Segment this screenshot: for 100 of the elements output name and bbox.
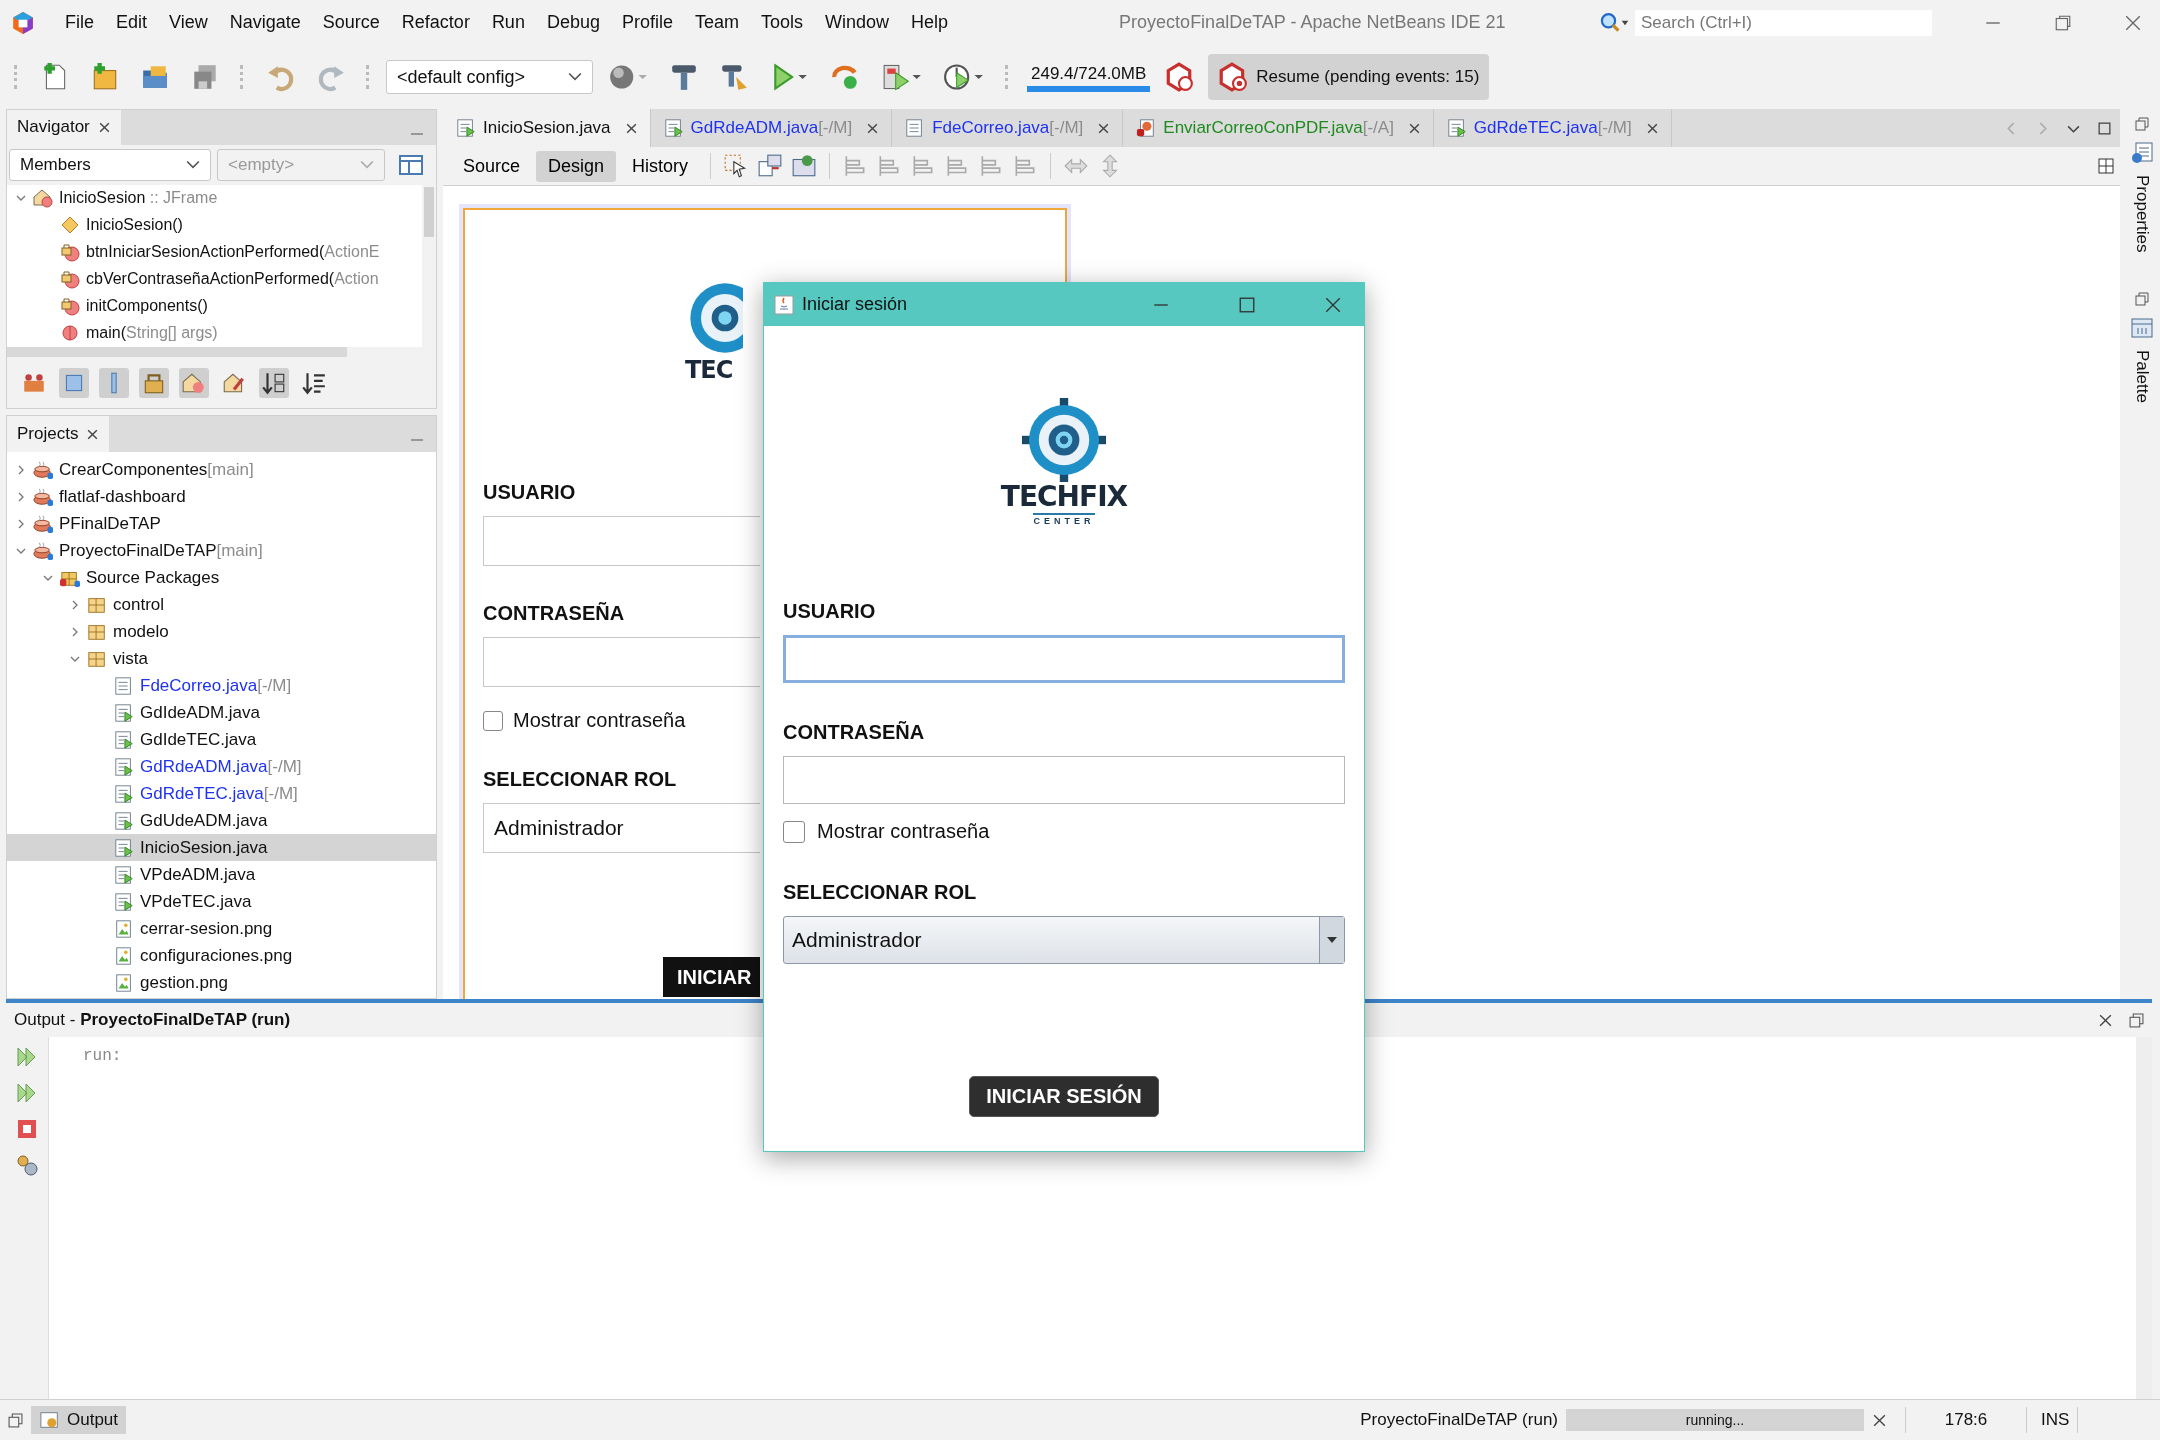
close-icon[interactable] xyxy=(2124,13,2142,32)
lock-icon[interactable] xyxy=(139,368,169,398)
clean-build-icon[interactable] xyxy=(719,62,749,93)
scrollbar[interactable] xyxy=(2136,1037,2152,1400)
configuration-dropdown[interactable]: <default config> xyxy=(386,60,593,95)
checkbox[interactable] xyxy=(483,710,503,731)
password-field[interactable] xyxy=(483,637,760,687)
close-icon[interactable] xyxy=(624,121,638,135)
menu-item[interactable]: Debug xyxy=(535,8,611,38)
editor-tab[interactable]: InicioSesion.java xyxy=(443,109,651,147)
project-tree-item[interactable]: GdIdeTEC.java xyxy=(7,726,436,753)
menu-item[interactable]: File xyxy=(54,8,105,38)
profile-icon[interactable] xyxy=(943,62,985,93)
project-tree-item[interactable]: configuraciones.png xyxy=(7,942,436,969)
scrollbar[interactable] xyxy=(422,184,436,347)
cancel-icon[interactable] xyxy=(1872,1412,1887,1428)
editor-tab[interactable]: FdeCorreo.java[-/M] xyxy=(892,109,1124,147)
search-icon[interactable] xyxy=(1599,11,1629,34)
menu-item[interactable]: Team xyxy=(684,8,750,38)
settings-icon[interactable] xyxy=(15,1153,39,1177)
menu-item[interactable]: Run xyxy=(480,8,536,38)
menu-item[interactable]: Edit xyxy=(105,8,159,38)
project-tree-item[interactable]: GdRdeTEC.java[-/M] xyxy=(7,780,436,807)
properties-tab[interactable]: Properties xyxy=(2132,175,2152,253)
close-icon[interactable] xyxy=(97,120,111,134)
project-tree-item[interactable]: GdRdeADM.java[-/M] xyxy=(7,753,436,780)
navigator-item[interactable]: InicioSesion :: JFrame xyxy=(7,184,422,212)
restore-icon[interactable] xyxy=(8,1412,23,1428)
project-tree-item[interactable]: VPdeTEC.java xyxy=(7,888,436,915)
menu-item[interactable]: Refactor xyxy=(390,8,481,38)
project-tree-item[interactable]: control xyxy=(7,591,436,618)
stop-icon[interactable] xyxy=(15,1117,39,1141)
checkbox[interactable] xyxy=(783,820,805,843)
role-dropdown[interactable]: Administrador xyxy=(783,916,1345,964)
menu-item[interactable]: Tools xyxy=(750,8,815,38)
projects-tab[interactable]: Projects xyxy=(7,416,110,452)
project-tree-item[interactable]: FdeCorreo.java[-/M] xyxy=(7,672,436,699)
connection-mode-icon[interactable] xyxy=(757,153,784,179)
menu-item[interactable]: View xyxy=(158,8,219,38)
search-field[interactable]: Search (Ctrl+I) xyxy=(1635,9,1932,36)
resume-button[interactable]: Resume (pending events: 15) xyxy=(1208,54,1490,101)
close-icon[interactable] xyxy=(2098,1012,2113,1028)
editor-tab[interactable]: GdRdeADM.java[-/M] xyxy=(650,109,893,147)
properties-icon[interactable] xyxy=(2130,141,2154,165)
maximize-icon[interactable] xyxy=(1238,295,1256,314)
project-tree-item[interactable]: flatlaf-dashboard xyxy=(7,483,436,510)
close-icon[interactable] xyxy=(1645,121,1659,135)
restore-icon[interactable] xyxy=(2135,292,2149,307)
inherited-filter-icon[interactable] xyxy=(179,368,209,398)
hammer-icon[interactable] xyxy=(669,62,699,93)
maximize-icon[interactable] xyxy=(2097,120,2112,136)
navigator-item[interactable]: btnIniciarSesionActionPerformed(ActionE xyxy=(7,238,422,266)
project-tree-item[interactable]: GdIdeADM.java xyxy=(7,699,436,726)
view-tab[interactable]: Source xyxy=(451,150,533,182)
menu-item[interactable]: Navigate xyxy=(218,8,312,38)
project-tree-item[interactable]: GdUdeADM.java xyxy=(7,807,436,834)
project-tree-item[interactable]: cerrar-sesion.png xyxy=(7,915,436,942)
view-tab[interactable]: Design xyxy=(536,150,617,182)
navigator-tab[interactable]: Navigator xyxy=(7,110,121,145)
project-tree-item[interactable]: ProyectoFinalDeTAP[main] xyxy=(7,537,436,564)
close-icon[interactable] xyxy=(1407,121,1421,135)
memory-usage-button[interactable]: 249.4/724.0MB xyxy=(1027,62,1151,93)
navigator-item[interactable]: main(String[] args) xyxy=(7,319,422,347)
preview-icon[interactable] xyxy=(791,153,818,179)
restore-icon[interactable] xyxy=(2129,1012,2144,1028)
navigator-item[interactable]: InicioSesion() xyxy=(7,211,422,239)
restore-icon[interactable] xyxy=(2054,13,2072,32)
menu-item[interactable]: Profile xyxy=(610,8,684,38)
login-button[interactable]: INICIAR SESIÓN xyxy=(969,1076,1159,1117)
project-tree-item[interactable]: vista xyxy=(7,645,436,672)
project-tree-item[interactable]: modelo xyxy=(7,618,436,645)
close-icon[interactable] xyxy=(86,427,100,441)
login-button[interactable]: INICIAR xyxy=(663,957,760,997)
project-tree-item[interactable]: gestion.png xyxy=(7,969,436,996)
username-field[interactable] xyxy=(783,635,1345,683)
close-icon[interactable] xyxy=(1324,295,1342,314)
sort-alpha-icon[interactable] xyxy=(259,368,289,398)
restore-icon[interactable] xyxy=(2135,117,2149,131)
palette-tab[interactable]: Palette xyxy=(2132,350,2152,404)
project-tree-item[interactable]: VPdeADM.java xyxy=(7,861,436,888)
navigator-item[interactable]: cbVerContraseñaActionPerformed(Action xyxy=(7,265,422,293)
menu-item[interactable]: Window xyxy=(814,8,901,38)
menu-item[interactable]: Help xyxy=(900,8,960,38)
editor-tab[interactable]: GdRdeTEC.java[-/M] xyxy=(1433,109,1672,147)
members-dropdown[interactable]: Members xyxy=(9,148,211,181)
username-field[interactable] xyxy=(483,516,760,566)
role-dropdown[interactable]: Administrador xyxy=(483,803,760,853)
garbage-collect-icon[interactable] xyxy=(1164,62,1195,93)
grid-icon[interactable] xyxy=(2098,158,2114,174)
password-field[interactable] xyxy=(783,756,1345,804)
project-tree-item[interactable]: CrearComponentes[main] xyxy=(7,456,436,483)
output-tab[interactable]: Output xyxy=(31,1406,127,1435)
project-tree-item[interactable]: PFinalDeTAP xyxy=(7,510,436,537)
close-icon[interactable] xyxy=(1097,121,1111,135)
project-tree-item[interactable]: InicioSesion.java xyxy=(7,834,436,861)
debug-run-icon[interactable] xyxy=(881,62,923,93)
navigator-item[interactable]: initComponents() xyxy=(7,292,422,320)
view-tab[interactable]: History xyxy=(620,150,701,182)
menu-item[interactable]: Source xyxy=(311,8,391,38)
close-icon[interactable] xyxy=(866,121,880,135)
